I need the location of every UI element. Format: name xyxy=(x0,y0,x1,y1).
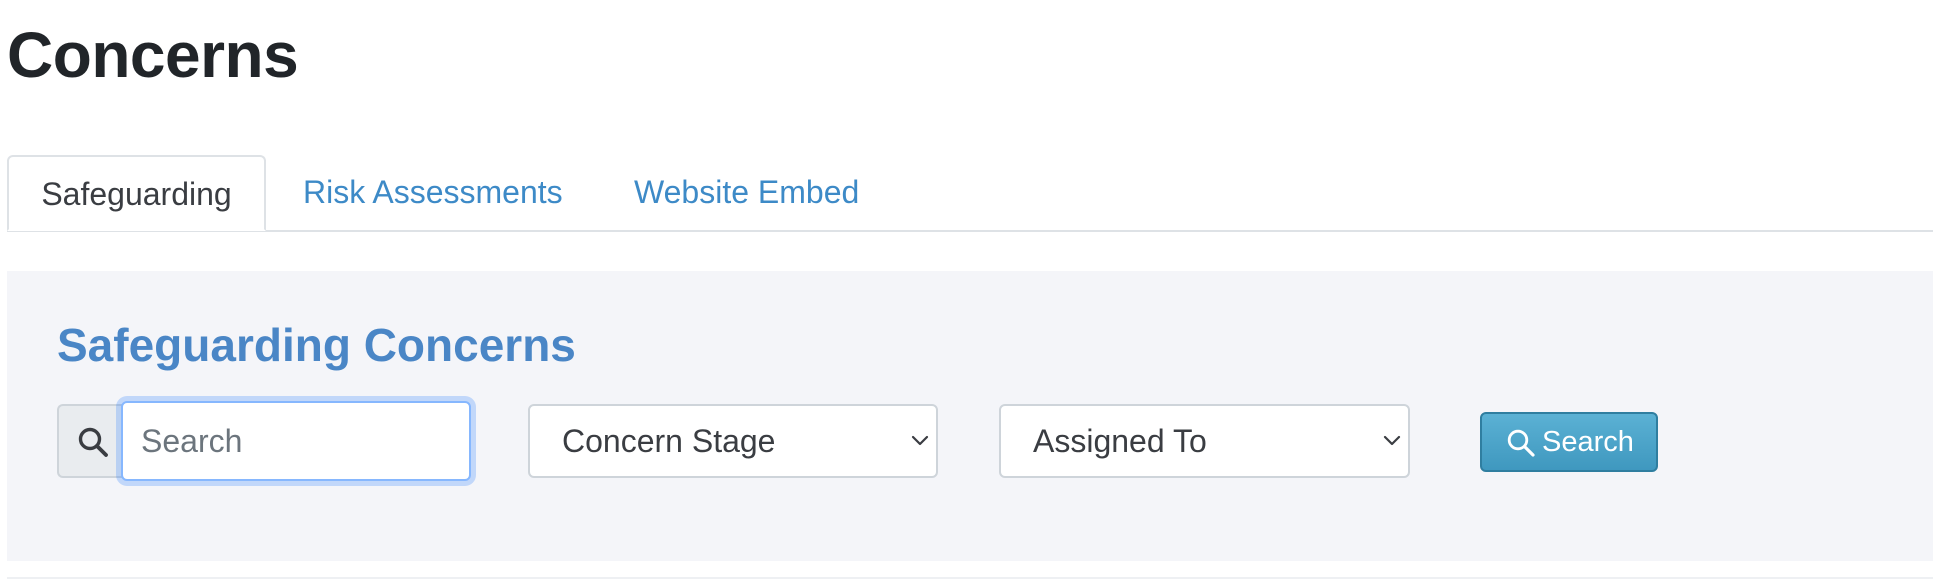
search-button[interactable]: Search xyxy=(1480,412,1658,472)
tab-bar: Safeguarding Risk Assessments Website Em… xyxy=(7,155,1933,232)
search-input[interactable] xyxy=(121,401,471,481)
search-icon xyxy=(1507,429,1535,457)
concerns-page: Concerns Safeguarding Risk Assessments W… xyxy=(0,0,1946,580)
search-addon xyxy=(57,404,125,478)
tab-safeguarding[interactable]: Safeguarding xyxy=(7,155,266,231)
panel-title: Safeguarding Concerns xyxy=(57,319,576,371)
assigned-to-selected: Assigned To xyxy=(1033,423,1207,459)
safeguarding-concerns-panel: Safeguarding Concerns Concern Stage Assi… xyxy=(7,271,1933,561)
concern-stage-select[interactable]: Concern Stage xyxy=(528,404,938,478)
chevron-down-icon xyxy=(1383,435,1401,446)
assigned-to-select[interactable]: Assigned To xyxy=(999,404,1410,478)
tab-website-embed[interactable]: Website Embed xyxy=(634,155,859,230)
page-title: Concerns xyxy=(7,19,299,91)
chevron-down-icon xyxy=(911,435,929,446)
search-button-label: Search xyxy=(1542,426,1634,458)
section-divider xyxy=(7,577,1933,579)
search-icon xyxy=(78,427,108,457)
concern-stage-selected: Concern Stage xyxy=(562,423,776,459)
tab-risk-assessments[interactable]: Risk Assessments xyxy=(303,155,563,230)
